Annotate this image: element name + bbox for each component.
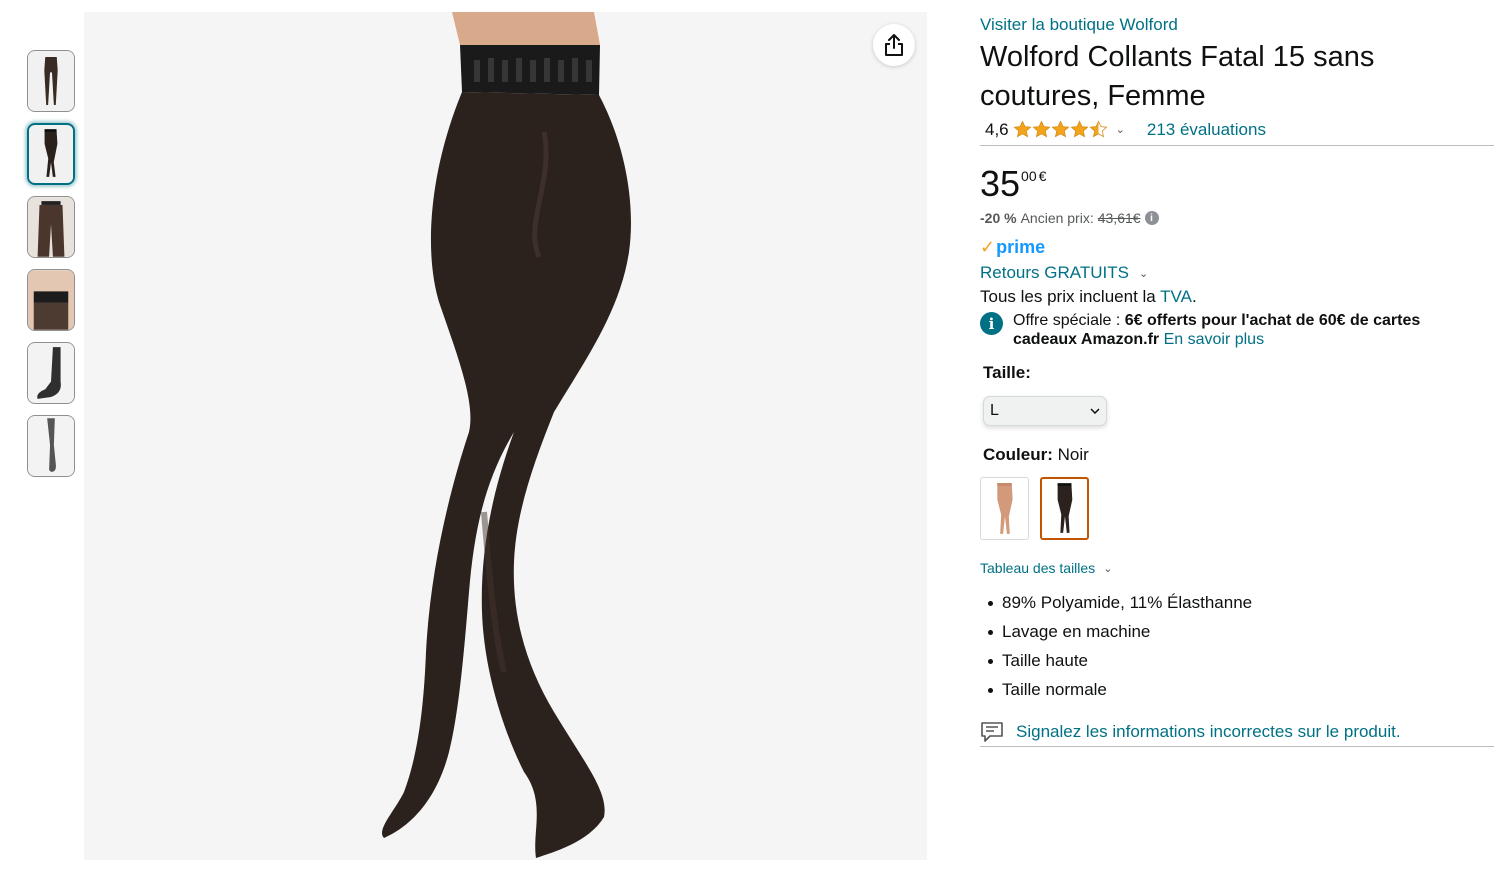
discount-percent: -20 % <box>980 210 1017 226</box>
size-chart-dropdown[interactable]: Tableau des tailles ⌄ <box>980 558 1494 578</box>
product-title: Wolford Collants Fatal 15 sans coutures,… <box>980 41 1375 112</box>
main-product-image[interactable] <box>84 12 927 860</box>
tax-suffix: . <box>1191 287 1197 306</box>
color-value: Noir <box>1057 445 1089 464</box>
size-selected-value: L <box>990 402 999 419</box>
offer-info-icon: i <box>980 312 1003 335</box>
star-full-icon <box>1051 120 1070 138</box>
free-returns-dropdown[interactable]: Retours GRATUITS ⌄ <box>980 262 1494 284</box>
product-info-panel: Visiter la boutique Wolford Wolford Coll… <box>980 12 1494 747</box>
thumbnail-4[interactable] <box>27 269 75 331</box>
size-chart-label: Tableau des tailles <box>980 560 1096 576</box>
report-row: Signalez les informations incorrectes su… <box>980 721 1494 747</box>
tax-note: Tous les prix incluent la TVA. <box>980 287 1494 309</box>
special-offer: i Offre spéciale : 6€ offerts pour l'ach… <box>980 311 1494 349</box>
star-half-icon <box>1089 120 1108 138</box>
star-full-icon <box>1070 120 1089 138</box>
size-chart-chevron-down-icon: ⌄ <box>1103 562 1113 575</box>
learn-more-link[interactable]: En savoir plus <box>1164 331 1265 348</box>
thumbnail-6[interactable] <box>27 415 75 477</box>
free-returns-label: Retours GRATUITS <box>980 263 1129 282</box>
rating-value: 4,6 <box>985 119 1009 139</box>
feature-bullets: 89% Polyamide, 11% Élasthanne Lavage en … <box>980 588 1494 704</box>
returns-chevron-down-icon: ⌄ <box>1138 267 1149 280</box>
report-incorrect-info-link[interactable]: Signalez les informations incorrectes su… <box>1016 722 1401 742</box>
visit-store-link[interactable]: Visiter la boutique Wolford <box>980 12 1494 38</box>
thumbnail-strip <box>27 50 77 488</box>
color-label-row: Couleur: Noir <box>980 445 1494 467</box>
offer-text: Offre spéciale : 6€ offerts pour l'achat… <box>1013 311 1473 349</box>
share-button[interactable] <box>873 24 915 66</box>
star-full-icon <box>1032 120 1051 138</box>
thumbnail-2[interactable] <box>27 123 75 185</box>
size-label: Taille: <box>983 363 1031 382</box>
old-price: 43,61€ <box>1097 210 1141 226</box>
feature-bullet: Lavage en machine <box>980 617 1494 646</box>
prime-check-icon: ✓ <box>980 236 996 257</box>
ratings-count-link[interactable]: 213 évaluations <box>1147 120 1266 140</box>
prime-label: prime <box>996 236 1046 257</box>
chevron-down-icon <box>1090 408 1100 414</box>
tax-text: Tous les prix incluent la <box>980 287 1161 306</box>
feature-bullet: Taille haute <box>980 646 1494 675</box>
feature-bullet: Taille normale <box>980 675 1494 704</box>
tva-link[interactable]: TVA <box>1160 287 1192 306</box>
color-swatch-nude[interactable] <box>980 477 1029 540</box>
rating-row: 4,6 ⌄ 213 évaluations <box>980 116 1494 146</box>
star-full-icon <box>1013 120 1032 138</box>
color-label: Couleur: <box>983 445 1053 464</box>
rating-chevron-down-icon[interactable]: ⌄ <box>1116 123 1125 136</box>
thumbnail-3[interactable] <box>27 196 75 258</box>
thumbnail-1[interactable] <box>27 50 75 112</box>
price-fraction-currency: 00 € <box>1021 168 1046 184</box>
color-swatches <box>980 477 1494 540</box>
discount-row: -20 % Ancien prix: 43,61€ i <box>980 207 1494 229</box>
prime-badge: ✓ prime <box>980 236 1494 258</box>
feature-bullet: 89% Polyamide, 11% Élasthanne <box>980 588 1494 617</box>
feedback-icon <box>981 721 1003 742</box>
star-rating[interactable] <box>1013 120 1108 139</box>
tights-product-photo <box>84 12 927 860</box>
share-icon <box>885 34 903 56</box>
info-icon[interactable]: i <box>1144 211 1159 225</box>
price-currency: € <box>1038 168 1047 184</box>
price-whole: 35 <box>980 163 1021 204</box>
color-swatch-black[interactable] <box>1040 477 1089 540</box>
offer-prefix: Offre spéciale : <box>1013 312 1125 329</box>
thumbnail-5[interactable] <box>27 342 75 404</box>
price-fraction: 00 <box>1021 168 1037 184</box>
size-select[interactable]: L <box>983 396 1107 426</box>
price: 35 00 € <box>980 164 1494 204</box>
old-price-label: Ancien prix: <box>1020 210 1094 226</box>
